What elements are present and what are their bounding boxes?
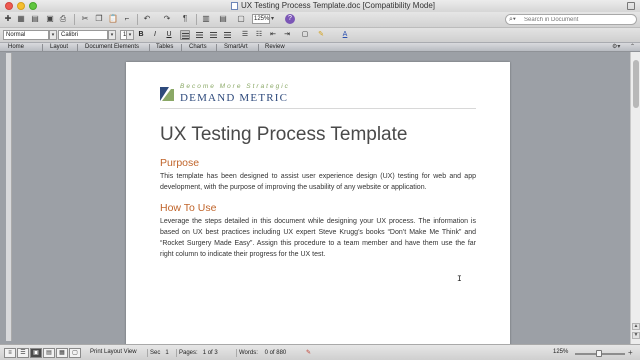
document-title: UX Testing Process Template	[160, 124, 408, 145]
underline-button[interactable]: U	[164, 30, 174, 40]
templates-icon[interactable]: ▦	[16, 14, 26, 24]
close-window-button[interactable]	[5, 2, 13, 10]
tab-separator	[42, 44, 43, 51]
increase-indent-icon[interactable]: ⇥	[282, 30, 292, 40]
status-bar: ≡ ☰ ▣ ▤ ▦ ▢ Print Layout View Sec 1 Page…	[0, 344, 640, 360]
text-cursor-icon: I	[457, 275, 462, 284]
undo-icon[interactable]: ↶	[142, 14, 152, 24]
section-label: Sec 1	[147, 349, 171, 357]
zoom-in-icon[interactable]: +	[628, 348, 633, 357]
ribbon-settings-icon[interactable]: ⚙▾	[612, 43, 620, 52]
tab-layout[interactable]: Layout	[50, 43, 68, 52]
show-formatting-icon[interactable]: ¶	[180, 14, 190, 24]
demand-metric-logo-icon	[160, 87, 174, 101]
vertical-ruler	[6, 53, 12, 341]
font-select[interactable]: Calibri	[58, 30, 108, 40]
highlight-icon[interactable]: ✎	[316, 30, 326, 40]
open-icon[interactable]: ▤	[30, 14, 40, 24]
zoom-window-button[interactable]	[29, 2, 37, 10]
outline-view-button[interactable]: ☰	[17, 348, 29, 358]
sidebar-icon[interactable]: ▥	[201, 14, 211, 24]
focus-view-button[interactable]: ▢	[69, 348, 81, 358]
tab-separator	[77, 44, 78, 51]
save-icon[interactable]: ▣	[45, 14, 55, 24]
print-icon[interactable]: ⎙	[58, 14, 68, 24]
toolbar-separator	[74, 14, 75, 25]
title-bar: UX Testing Process Template.doc [Compati…	[0, 0, 640, 12]
toolbar-separator	[196, 14, 197, 25]
format-painter-icon[interactable]: ⌐	[122, 14, 132, 24]
ribbon-collapse-icon[interactable]: ⌃	[630, 43, 635, 52]
tab-separator	[149, 44, 150, 51]
tab-separator	[181, 44, 182, 51]
header-divider	[160, 108, 476, 109]
scroll-thumb[interactable]	[633, 60, 639, 108]
toolbox-icon[interactable]: ▤	[218, 14, 228, 24]
notebook-view-button[interactable]: ▤	[43, 348, 55, 358]
zoom-slider-knob[interactable]	[596, 350, 602, 357]
media-browser-icon[interactable]: ▢	[236, 14, 246, 24]
search-input[interactable]	[524, 15, 632, 24]
zoom-chevron-icon[interactable]: ▾	[271, 15, 274, 22]
toolbar-separator	[137, 14, 138, 25]
redo-icon[interactable]: ↷	[162, 14, 172, 24]
tab-charts[interactable]: Charts	[189, 43, 207, 52]
scroll-down-icon[interactable]: ▼	[632, 332, 640, 339]
tab-review[interactable]: Review	[265, 43, 285, 52]
spelling-status-icon[interactable]: ✎	[306, 349, 311, 356]
window-title: UX Testing Process Template.doc [Compati…	[241, 1, 436, 10]
minimize-window-button[interactable]	[17, 2, 25, 10]
document-icon	[231, 2, 238, 10]
pages-indicator: Pages: 1 of 3	[176, 349, 220, 357]
zoom-percent: 125%	[553, 349, 569, 355]
vertical-scrollbar[interactable]: ▲ ▼	[630, 52, 640, 344]
search-field[interactable]: ⌕▾	[505, 14, 637, 25]
tab-separator	[258, 44, 259, 51]
font-color-icon[interactable]: A	[340, 30, 350, 40]
bullets-icon[interactable]: ☰	[240, 30, 250, 40]
tab-tables[interactable]: Tables	[156, 43, 173, 52]
font-size-dropdown-icon[interactable]: ▾	[126, 30, 134, 40]
print-layout-view-button[interactable]: ▣	[30, 348, 42, 358]
ribbon-tabs: Home Layout Document Elements Tables Cha…	[0, 42, 640, 52]
help-icon[interactable]: ?	[285, 14, 295, 24]
numbering-icon[interactable]: ☷	[254, 30, 264, 40]
decrease-indent-icon[interactable]: ⇤	[268, 30, 278, 40]
font-dropdown-icon[interactable]: ▾	[108, 30, 116, 40]
paste-icon[interactable]: 📋	[108, 14, 118, 24]
logo-tagline: Become More Strategic	[180, 83, 290, 90]
scroll-up-icon[interactable]: ▲	[632, 323, 640, 330]
draft-view-button[interactable]: ≡	[4, 348, 16, 358]
publishing-view-button[interactable]: ▦	[56, 348, 68, 358]
view-label: Print Layout View	[90, 349, 137, 355]
section-heading-purpose: Purpose	[160, 157, 200, 169]
logo-name: Demand Metric	[180, 92, 289, 104]
section-body-purpose: This template has been designed to assis…	[160, 173, 476, 191]
copy-icon[interactable]: ❐	[94, 14, 104, 24]
align-left-button[interactable]	[180, 30, 190, 40]
standard-toolbar: ✚ ▦ ▤ ▣ ⎙ ✂ ❐ 📋 ⌐ ↶ ↷ ¶ ▥ ▤ ▢ 125% ▾ ? ⌕…	[0, 12, 640, 27]
align-right-button[interactable]	[208, 30, 218, 40]
borders-icon[interactable]: ▢	[300, 30, 310, 40]
tab-separator	[216, 44, 217, 51]
italic-button[interactable]: I	[150, 30, 160, 40]
justify-button[interactable]	[222, 30, 232, 40]
formatting-toolbar: Normal ▾ Calibri ▾ 10 ▾ B I U ☰ ☷ ⇤ ⇥ ▢ …	[0, 27, 640, 42]
section-body-how-to-use: Leverage the steps detailed in this docu…	[160, 218, 476, 258]
search-icon: ⌕▾	[509, 16, 516, 23]
style-select[interactable]: Normal	[3, 30, 49, 40]
tab-smartart[interactable]: SmartArt	[224, 43, 248, 52]
cut-icon[interactable]: ✂	[80, 14, 90, 24]
style-dropdown-icon[interactable]: ▾	[49, 30, 57, 40]
document-page[interactable]: Become More Strategic Demand Metric UX T…	[126, 62, 510, 352]
tab-home[interactable]: Home	[8, 43, 24, 52]
align-center-button[interactable]	[194, 30, 204, 40]
new-document-icon[interactable]: ✚	[3, 14, 13, 24]
word-count[interactable]: Words: 0 of 880	[236, 349, 288, 357]
section-heading-how-to-use: How To Use	[160, 202, 217, 214]
tab-document-elements[interactable]: Document Elements	[85, 43, 139, 52]
fullscreen-icon[interactable]	[627, 2, 635, 10]
bold-button[interactable]: B	[136, 30, 146, 40]
zoom-select[interactable]: 125%	[252, 14, 270, 24]
